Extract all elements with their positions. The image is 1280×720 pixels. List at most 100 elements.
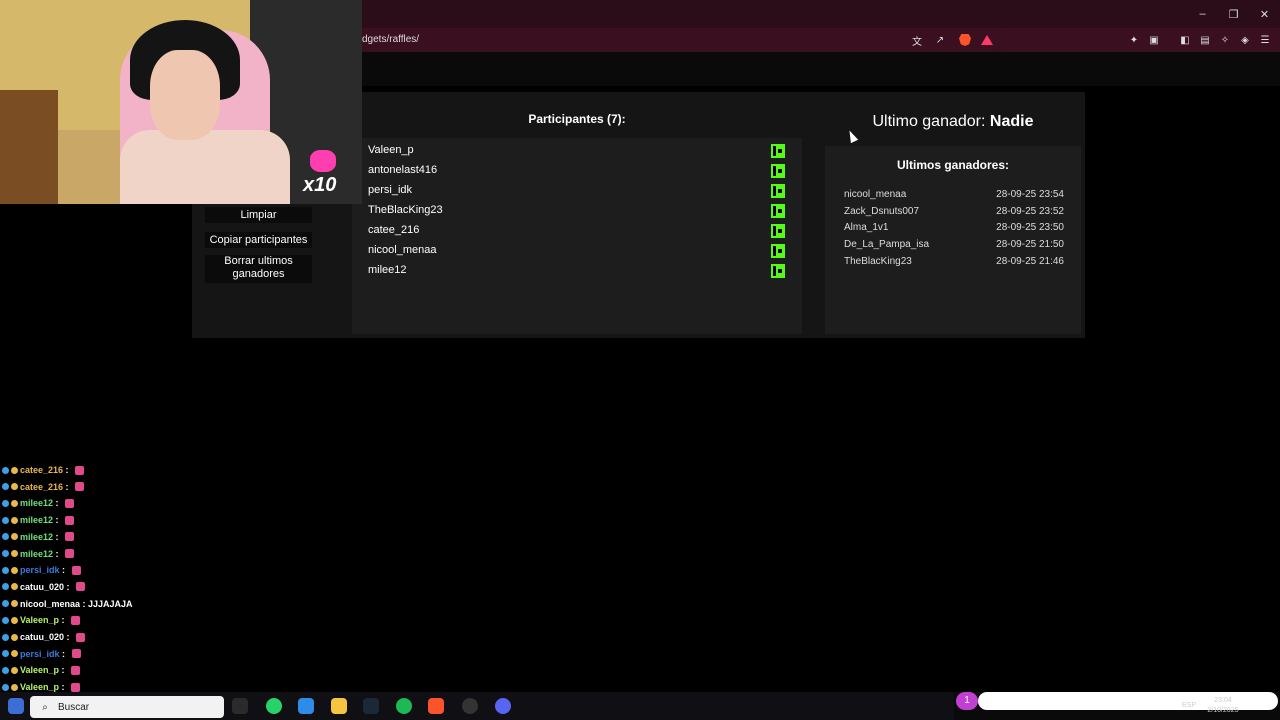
delete-label-line2: ganadores: [232, 268, 285, 280]
participant-name: milee12: [368, 264, 407, 276]
last-winner-heading: Ultimo ganador: Nadie: [825, 113, 1081, 131]
steam-icon[interactable]: [363, 698, 379, 714]
search-placeholder[interactable]: Buscar: [58, 702, 89, 713]
chat-username[interactable]: milee12: [20, 515, 53, 525]
delete-last-winners-button[interactable]: Borrar ultimos ganadores: [205, 255, 312, 283]
chat-badge-icon: [11, 499, 18, 507]
chat-username[interactable]: persi_idk: [20, 649, 60, 659]
last-winner-name: Nadie: [989, 113, 1034, 130]
chat-badge-icon: [11, 566, 18, 574]
chat-username[interactable]: catuu_020: [20, 582, 64, 592]
spotify-icon[interactable]: [396, 698, 412, 714]
clear-button[interactable]: Limpiar: [205, 207, 312, 223]
copilot-icon[interactable]: [298, 698, 314, 714]
winner-row: Alma_1v1 28-09-25 23:50: [844, 222, 1064, 236]
chat-badge-icon: [11, 466, 18, 474]
heart-hand-icon: [310, 150, 336, 172]
menu-icon[interactable]: ☰: [1258, 33, 1272, 47]
chat-separator: :: [80, 598, 89, 609]
leo-ai-icon[interactable]: ✧: [1218, 33, 1232, 47]
participant-row: milee12: [368, 264, 788, 280]
chat-username[interactable]: catee_216: [20, 465, 63, 475]
file-explorer-icon[interactable]: [331, 698, 347, 714]
winner-row: De_La_Pampa_isa 28-09-25 21:50: [844, 239, 1064, 253]
chat-username[interactable]: Valeen_p: [20, 682, 59, 692]
chat-overlay: catee_216 : catee_216 : milee12 : milee1…: [0, 458, 360, 693]
clock-date: 2/10/2025: [1207, 707, 1239, 714]
copy-participants-button[interactable]: Copiar participantes: [205, 232, 312, 248]
minimize-button[interactable]: –: [1187, 0, 1218, 28]
chat-badge-icon: [2, 633, 9, 641]
webcam-door: [0, 90, 58, 204]
vpn-icon[interactable]: ◈: [1238, 33, 1252, 47]
brave-rewards-icon[interactable]: [980, 33, 994, 47]
whatsapp-icon[interactable]: [266, 698, 282, 714]
share-icon[interactable]: ↗: [933, 33, 947, 47]
chat-separator: :: [53, 498, 62, 509]
maximize-button[interactable]: ❐: [1218, 0, 1249, 28]
chat-badge-icon: [2, 600, 9, 608]
extensions-icon[interactable]: ✦: [1127, 33, 1141, 47]
emote-icon: [65, 549, 75, 558]
emote-icon: [65, 498, 75, 508]
chat-separator: :: [53, 531, 62, 542]
notification-badge[interactable]: 1: [956, 692, 978, 710]
kick-icon: [771, 144, 785, 158]
chat-badge-icon: [2, 583, 9, 591]
participant-name: TheBlacKing23: [368, 204, 443, 216]
emote-icon: [76, 632, 86, 642]
kick-icon: [771, 164, 785, 178]
participants-title: Participantes (7):: [528, 112, 626, 126]
chat-message: catee_216 :: [2, 462, 85, 478]
webcam-overlay: x10: [0, 0, 362, 204]
chat-username[interactable]: Valeen_p: [20, 665, 59, 675]
discord-icon[interactable]: [495, 698, 511, 714]
emote-icon: [71, 565, 81, 575]
chat-badge-icon: [11, 600, 18, 608]
chat-separator: :: [59, 565, 68, 576]
wallet-icon[interactable]: ▤: [1198, 33, 1212, 47]
chat-message: milee12 :: [2, 512, 75, 528]
chat-username[interactable]: persi_idk: [20, 565, 60, 575]
winner-row: Zack_Dsnuts007 28-09-25 23:52: [844, 206, 1064, 220]
emote-icon: [75, 482, 85, 492]
chat-badge-icon: [2, 533, 9, 541]
chat-message: catuu_020 :: [2, 629, 86, 645]
chat-badge-icon: [11, 666, 18, 674]
close-button[interactable]: ✕: [1249, 0, 1280, 28]
chat-username[interactable]: Valeen_p: [20, 615, 59, 625]
chat-username[interactable]: milee12: [20, 498, 53, 508]
chat-username[interactable]: catee_216: [20, 482, 63, 492]
chat-username[interactable]: milee12: [20, 532, 53, 542]
chat-separator: :: [64, 632, 73, 642]
chat-username[interactable]: catuu_020: [20, 632, 64, 642]
brave-shield-icon[interactable]: [958, 33, 972, 47]
chat-message: persi_idk :: [2, 646, 81, 662]
obs-icon[interactable]: [462, 698, 478, 714]
url-text[interactable]: dgets/raffles/: [362, 34, 419, 45]
window-controls: – ❐ ✕: [1187, 0, 1280, 28]
language-indicator[interactable]: ESP: [1182, 702, 1196, 709]
start-icon[interactable]: [8, 698, 24, 714]
brave-browser-icon[interactable]: [428, 698, 444, 714]
chat-message: Valeen_p :: [2, 679, 81, 693]
chat-username[interactable]: milee12: [20, 549, 53, 559]
winner-date: 28-09-25 21:46: [996, 256, 1064, 267]
chat-badge-icon: [11, 583, 18, 591]
emote-icon: [75, 465, 85, 475]
chat-username[interactable]: nicool_menaa: [20, 599, 80, 609]
clock[interactable]: 23:04 2/10/2025: [1200, 696, 1246, 716]
address-bar[interactable]: [355, 30, 1005, 50]
task-view-icon[interactable]: [232, 698, 248, 714]
translate-icon[interactable]: 文: [910, 33, 924, 48]
delete-label-line1: Borrar ultimos: [224, 255, 293, 267]
last-winners-title: Ultimos ganadores:: [896, 158, 1010, 172]
last-winner-label: Ultimo ganador:: [872, 113, 986, 130]
multiplier-badge: x10: [303, 174, 337, 196]
chat-message: nicool_menaa : JJJAJAJA: [2, 596, 133, 612]
winner-date: 28-09-25 23:50: [996, 222, 1064, 233]
kick-icon: [771, 224, 785, 238]
chat-badge-icon: [2, 466, 9, 474]
sidebar-icon[interactable]: ◧: [1178, 33, 1192, 47]
tab-icon[interactable]: ▣: [1147, 33, 1161, 47]
